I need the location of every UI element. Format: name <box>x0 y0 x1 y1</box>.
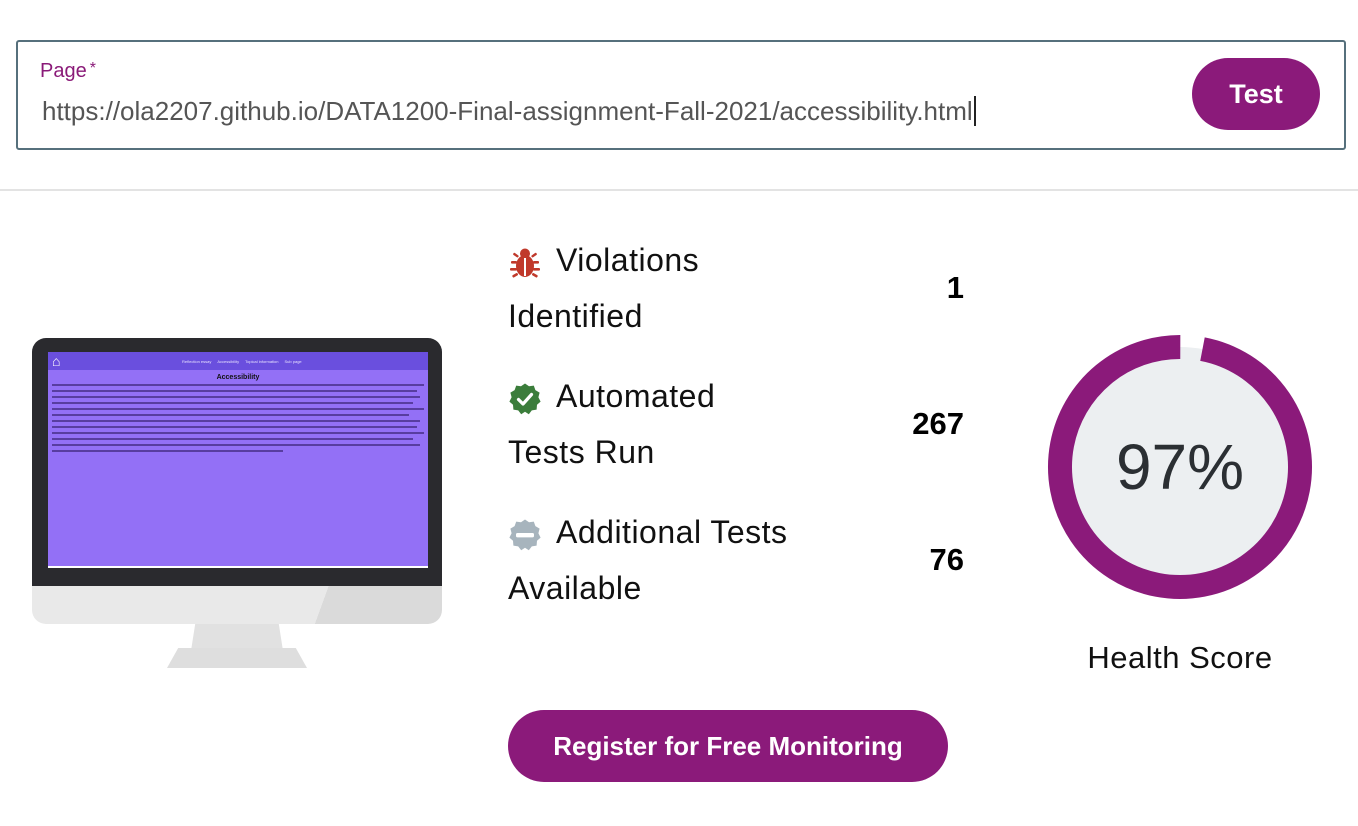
url-field-label: Page * <box>40 60 96 83</box>
preview-nav-bar: ⌂ Reflection essay Accessibility Topical… <box>48 352 428 370</box>
preview-page-title: Accessibility <box>216 374 260 381</box>
bug-icon <box>510 248 540 278</box>
preview-nav-links: Reflection essay Accessibility Topical i… <box>182 359 302 364</box>
preview-text-block <box>48 381 428 452</box>
monitor-bezel: ⌂ Reflection essay Accessibility Topical… <box>32 338 442 586</box>
violations-count: 1 <box>946 270 964 305</box>
register-monitoring-button[interactable]: Register for Free Monitoring <box>508 710 948 782</box>
monitor-base <box>167 648 307 668</box>
text-caret <box>973 96 976 126</box>
stat-label: Automated <box>556 378 716 414</box>
preview-text-line <box>52 426 417 428</box>
stat-label: Tests Run <box>508 434 655 470</box>
preview-nav-link: Accessibility <box>217 358 240 364</box>
preview-text-line <box>52 396 421 398</box>
page-preview-monitor: ⌂ Reflection essay Accessibility Topical… <box>32 338 442 668</box>
preview-nav-link: Reflection essay <box>182 358 212 364</box>
preview-text-line <box>52 420 421 422</box>
automated-tests-count: 267 <box>912 406 964 441</box>
additional-tests-count: 76 <box>929 542 964 577</box>
stat-label: Additional Tests <box>556 514 788 550</box>
monitor-chin <box>32 586 442 624</box>
stat-automated-tests: Automated Tests Run 267 <box>508 378 968 488</box>
minus-badge-icon <box>509 519 541 551</box>
url-label-text: Page <box>40 60 87 82</box>
preview-text-line <box>52 402 413 404</box>
stat-additional-tests: Additional Tests Available 76 <box>508 514 968 624</box>
test-button[interactable]: Test <box>1192 58 1320 130</box>
url-input-box[interactable]: Page * https://ola2207.github.io/DATA1200… <box>16 40 1346 150</box>
preview-text-line <box>52 432 424 434</box>
stat-label: Identified <box>508 298 643 334</box>
url-input[interactable]: https://ola2207.github.io/DATA1200-Final… <box>42 96 976 127</box>
home-icon: ⌂ <box>52 353 61 369</box>
url-input-value[interactable]: https://ola2207.github.io/DATA1200-Final… <box>42 96 973 126</box>
health-score-value: 97% <box>1115 431 1245 503</box>
preview-nav-link: Topical information <box>245 358 279 364</box>
health-score-label: Health Score <box>1087 640 1273 675</box>
preview-text-line <box>52 384 424 386</box>
health-score-gauge: 97% <box>1047 334 1313 600</box>
monitor-neck <box>190 624 284 652</box>
preview-text-line <box>52 450 283 452</box>
preview-text-line <box>52 408 424 410</box>
stat-label: Available <box>508 570 642 606</box>
preview-text-line <box>52 444 421 446</box>
stat-violations: Violations Identified 1 <box>508 242 968 352</box>
preview-text-line <box>52 438 413 440</box>
check-badge-icon <box>509 383 541 415</box>
page-preview-screen: ⌂ Reflection essay Accessibility Topical… <box>48 352 428 568</box>
preview-text-line <box>52 390 417 392</box>
preview-text-line <box>52 414 410 416</box>
required-marker: * <box>89 60 96 77</box>
section-divider <box>0 189 1358 191</box>
stat-label: Violations <box>556 242 700 278</box>
preview-nav-link: Sub page <box>284 358 302 364</box>
